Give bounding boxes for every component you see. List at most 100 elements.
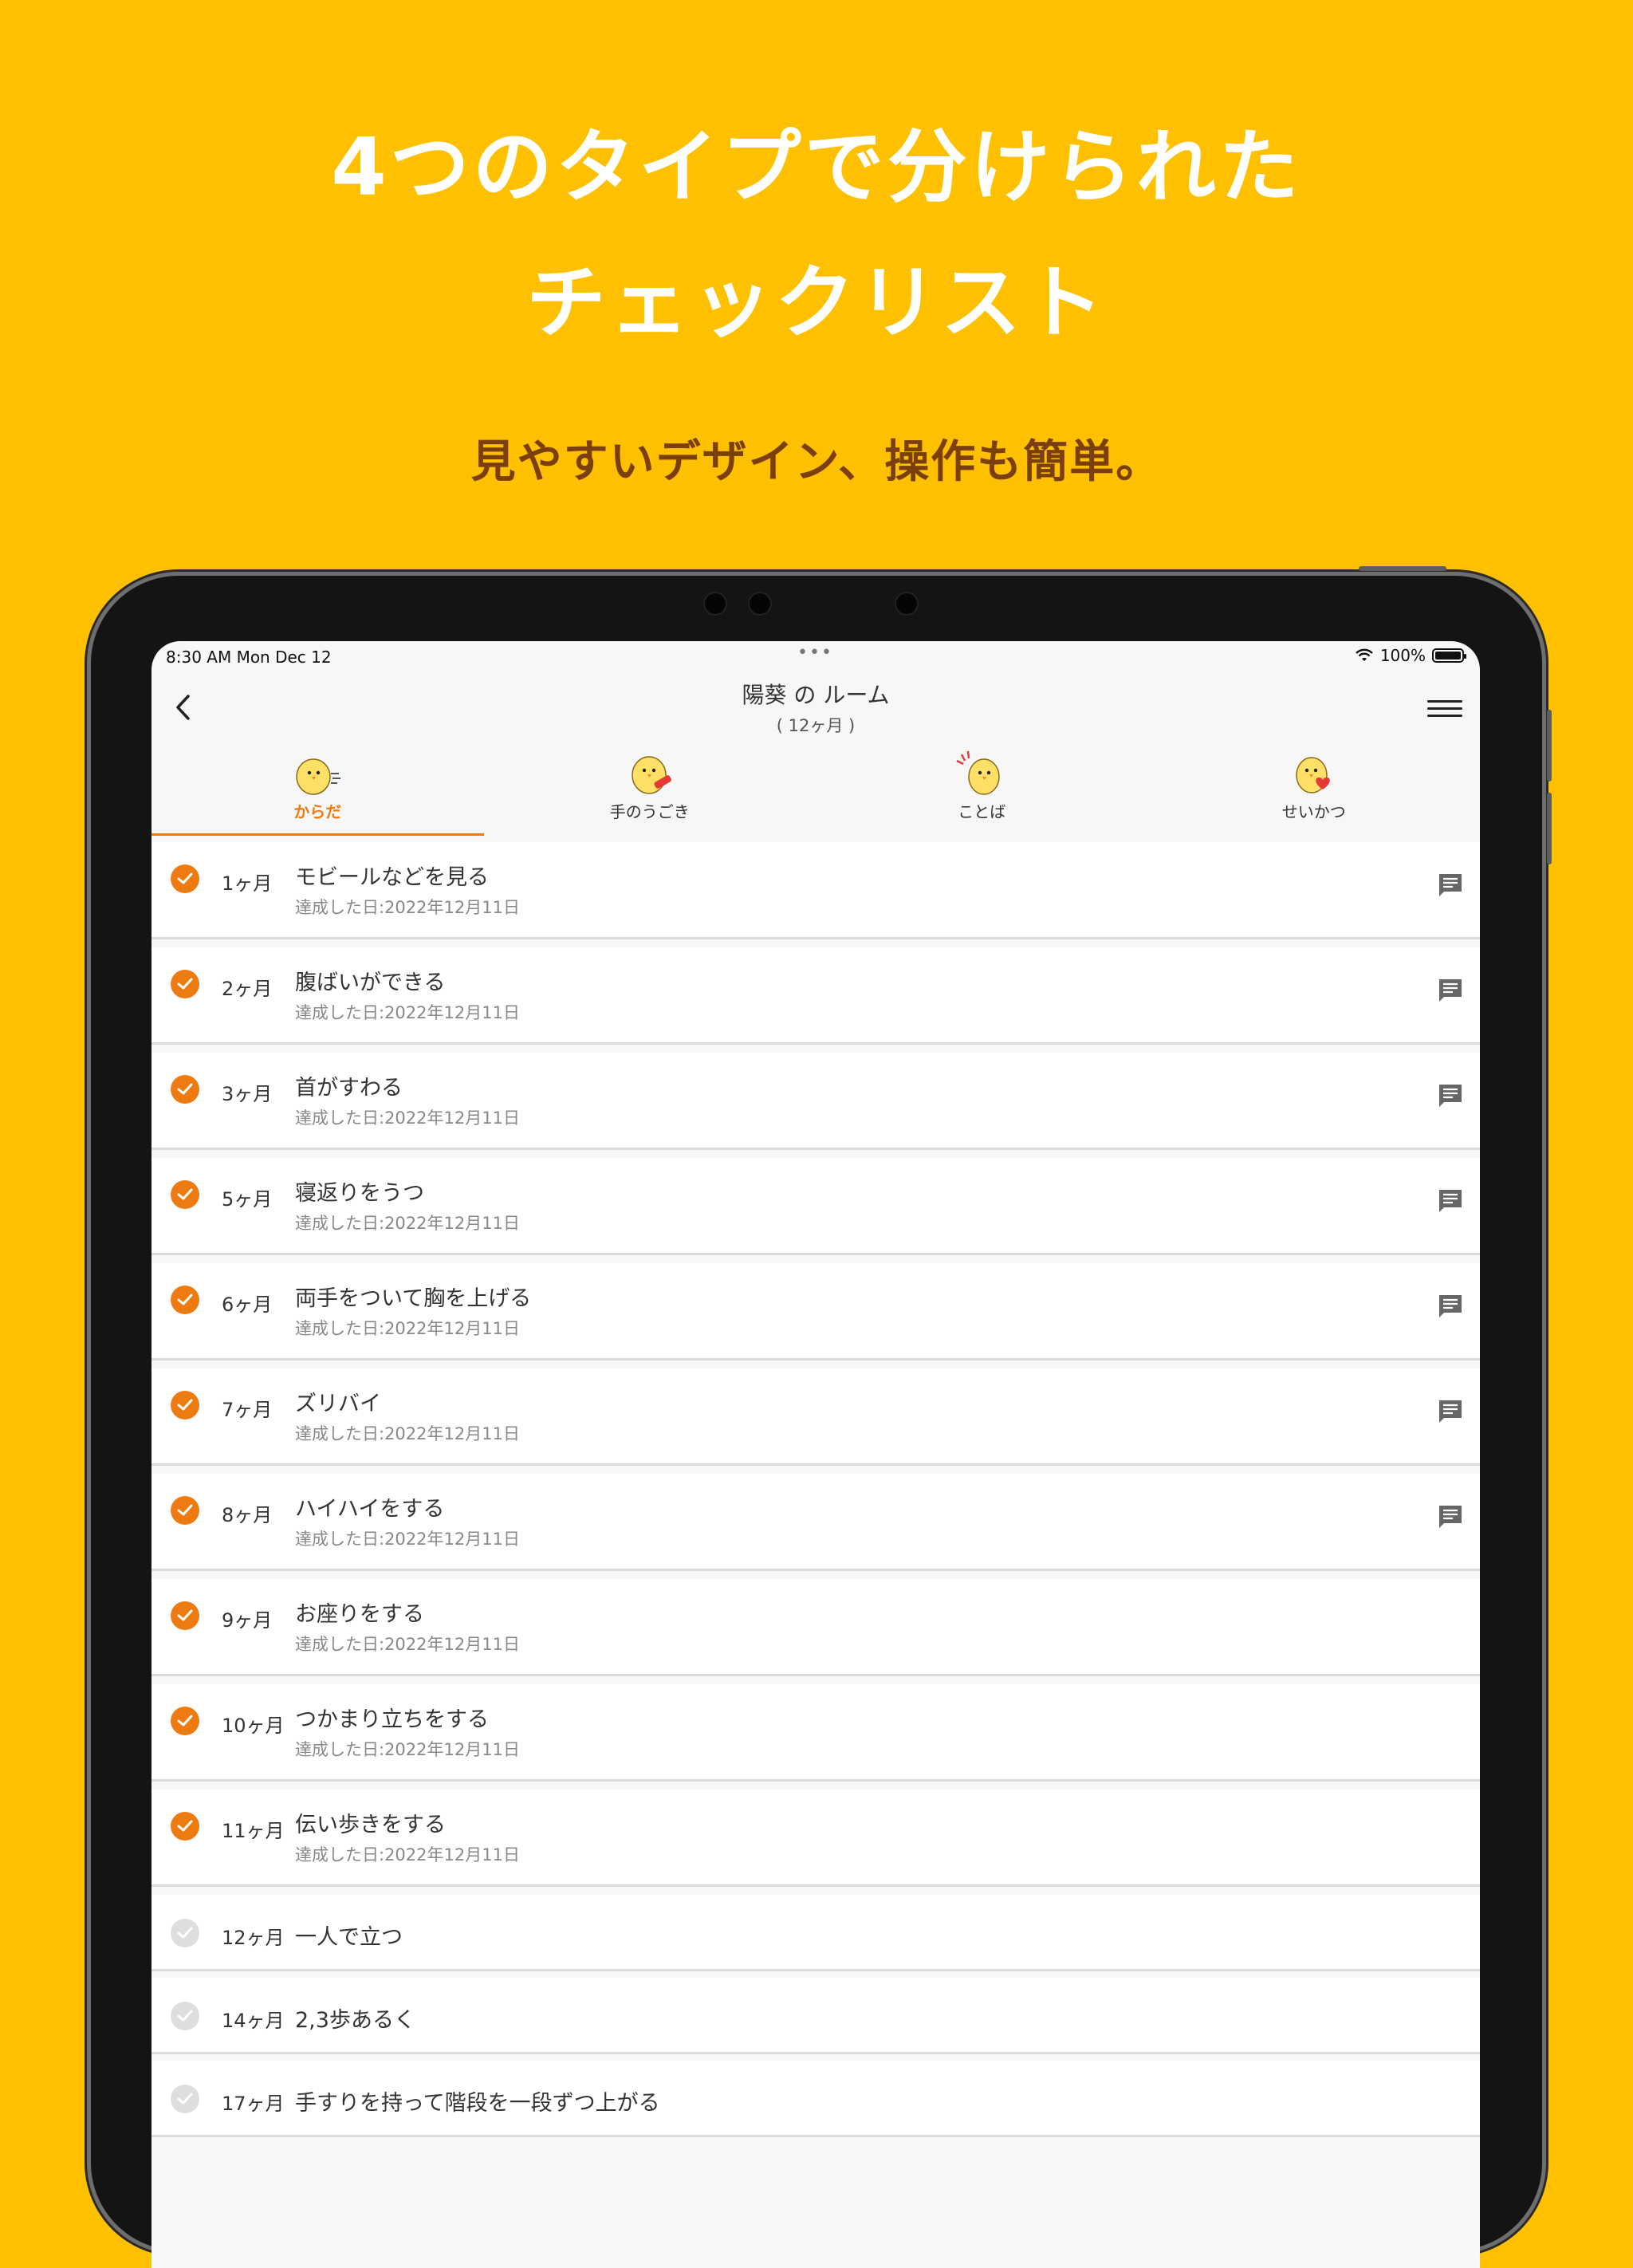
comment-icon[interactable] bbox=[1437, 1293, 1464, 1317]
checked-circle-icon[interactable] bbox=[171, 1707, 199, 1735]
milestone-achieved-date: 達成した日:2022年12月11日 bbox=[295, 1424, 520, 1443]
checked-circle-icon[interactable] bbox=[171, 1286, 199, 1314]
camera-icon bbox=[750, 593, 770, 614]
milestone-title: 2,3歩あるく bbox=[295, 2008, 415, 2033]
milestone-age: 11ヶ月 bbox=[222, 1820, 285, 1842]
comment-icon[interactable] bbox=[1437, 872, 1464, 896]
milestone-age: 10ヶ月 bbox=[222, 1715, 285, 1737]
tab-seikatsu[interactable]: せいかつ bbox=[1148, 742, 1481, 837]
unchecked-circle-icon[interactable] bbox=[171, 2002, 199, 2030]
unchecked-circle-icon[interactable] bbox=[171, 1919, 199, 1947]
milestone-age: 14ヶ月 bbox=[222, 2010, 285, 2032]
checked-circle-icon[interactable] bbox=[171, 1391, 199, 1419]
checked-circle-icon[interactable] bbox=[171, 1601, 199, 1630]
unchecked-circle-icon[interactable] bbox=[171, 2085, 199, 2113]
comment-icon[interactable] bbox=[1437, 1399, 1464, 1423]
volume-button bbox=[1547, 793, 1552, 864]
chick-speaking-icon bbox=[956, 750, 1000, 795]
checked-circle-icon[interactable] bbox=[171, 1075, 199, 1104]
menu-button[interactable] bbox=[1427, 691, 1462, 726]
milestone-achieved-date: 達成した日:2022年12月11日 bbox=[295, 1530, 520, 1549]
milestone-title: ハイハイをする bbox=[295, 1497, 445, 1522]
status-indicators: 100% bbox=[1355, 646, 1466, 665]
milestone-achieved-date: 達成した日:2022年12月11日 bbox=[295, 1319, 520, 1338]
comment-icon[interactable] bbox=[1437, 1083, 1464, 1107]
milestone-row[interactable]: 5ヶ月 寝返りをうつ 達成した日:2022年12月11日 bbox=[151, 1158, 1480, 1255]
battery-percent: 100% bbox=[1379, 646, 1426, 665]
milestone-list: 1ヶ月 モビールなどを見る 達成した日:2022年12月11日 2ヶ月 腹ばいができる達… bbox=[151, 842, 1480, 2144]
promo-headline-line2: チェックリスト bbox=[526, 256, 1107, 349]
milestone-title: 両手をついて胸を上げる bbox=[295, 1286, 532, 1311]
promo-subline: 見やすいデザイン、操作も簡単。 bbox=[470, 436, 1163, 488]
milestone-title: 腹ばいができる bbox=[295, 971, 446, 995]
milestone-title: 首がすわる bbox=[295, 1076, 403, 1101]
milestone-age: 2ヶ月 bbox=[222, 978, 273, 1000]
checked-circle-icon[interactable] bbox=[171, 1496, 199, 1525]
milestone-achieved-date: 達成した日:2022年12月11日 bbox=[295, 1108, 520, 1128]
checked-circle-icon[interactable] bbox=[171, 1180, 199, 1209]
milestone-age: 9ヶ月 bbox=[222, 1609, 273, 1632]
checked-circle-icon[interactable] bbox=[171, 1812, 199, 1841]
tab-label: ことば bbox=[958, 802, 1006, 821]
chick-with-heart-icon bbox=[1296, 757, 1330, 793]
milestone-achieved-date: 達成した日:2022年12月11日 bbox=[295, 1845, 520, 1864]
milestone-age: 3ヶ月 bbox=[222, 1083, 273, 1105]
chick-running-icon bbox=[296, 758, 341, 795]
promo-headline-line1: 4つのタイプで分けられた bbox=[331, 120, 1302, 214]
milestone-row[interactable]: 1ヶ月 モビールなどを見る達成した日:2022年12月11日 bbox=[151, 842, 1480, 939]
camera-icon bbox=[705, 593, 726, 614]
battery-icon bbox=[1432, 648, 1466, 663]
milestone-achieved-date: 達成した日:2022年12月11日 bbox=[295, 1635, 520, 1654]
comment-icon[interactable] bbox=[1437, 1504, 1464, 1528]
tab-karada[interactable]: からだ bbox=[151, 742, 484, 837]
milestone-age: 6ヶ月 bbox=[222, 1293, 273, 1316]
milestone-row[interactable]: 14ヶ月 2,3歩あるく bbox=[151, 1978, 1480, 2054]
milestone-row[interactable]: 2ヶ月 腹ばいができる達成した日:2022年12月11日 bbox=[151, 947, 1480, 1045]
chick-holding-crayon-icon bbox=[632, 756, 671, 794]
milestone-row[interactable]: 3ヶ月 首がすわる達成した日:2022年12月11日 bbox=[151, 1053, 1480, 1150]
milestone-achieved-date: 達成した日:2022年12月11日 bbox=[295, 1740, 520, 1759]
milestone-title: モビールなどを見る bbox=[295, 865, 489, 890]
power-button bbox=[1359, 566, 1446, 571]
checked-circle-icon[interactable] bbox=[171, 970, 199, 998]
tablet-device-frame: 8:30 AM Mon Dec 12 ••• 100% 陽葵 の ルーム ( 1… bbox=[91, 566, 1552, 2268]
camera-icon bbox=[896, 593, 917, 614]
milestone-row[interactable]: 12ヶ月 一人で立つ bbox=[151, 1895, 1480, 1971]
milestone-achieved-date: 達成した日:2022年12月11日 bbox=[295, 1003, 520, 1022]
milestone-row[interactable]: 17ヶ月 手すりを持って階段を一段ずつ上がる bbox=[151, 2061, 1480, 2137]
tab-te-no-ugoki[interactable]: 手のうごき bbox=[484, 742, 816, 837]
milestone-row[interactable]: 9ヶ月 お座りをする 達成した日:2022年12月11日 bbox=[151, 1579, 1480, 1676]
tab-kotoba[interactable]: ことば bbox=[816, 742, 1148, 837]
milestone-age: 8ヶ月 bbox=[222, 1504, 273, 1526]
comment-icon[interactable] bbox=[1437, 1188, 1464, 1212]
milestone-title: つかまり立ちをする bbox=[295, 1707, 489, 1732]
hamburger-menu-icon bbox=[1427, 699, 1462, 703]
room-age-subtitle: ( 12ヶ月 ) bbox=[776, 716, 856, 735]
milestone-age: 5ヶ月 bbox=[222, 1188, 273, 1211]
milestone-age: 1ヶ月 bbox=[222, 872, 273, 895]
milestone-title: 手すりを持って階段を一段ずつ上がる bbox=[295, 2091, 660, 2116]
multitasking-dots[interactable]: ••• bbox=[797, 643, 833, 663]
checked-circle-icon[interactable] bbox=[171, 864, 199, 893]
room-title: 陽葵 の ルーム bbox=[742, 682, 890, 708]
milestone-row[interactable]: 6ヶ月 両手をついて胸を上げる達成した日:2022年12月11日 bbox=[151, 1263, 1480, 1360]
app-screen: 8:30 AM Mon Dec 12 ••• 100% 陽葵 の ルーム ( 1… bbox=[151, 641, 1480, 2268]
tab-label: せいかつ bbox=[1281, 802, 1346, 821]
hamburger-menu-icon bbox=[1427, 707, 1462, 710]
tab-label: からだ bbox=[293, 802, 342, 821]
milestone-row[interactable]: 11ヶ月 伝い歩きをする 達成した日:2022年12月11日 bbox=[151, 1790, 1480, 1887]
milestone-title: ズリバイ bbox=[295, 1392, 381, 1416]
milestone-age: 12ヶ月 bbox=[222, 1927, 285, 1949]
wifi-icon bbox=[1355, 648, 1373, 661]
category-tabs: からだ 手のうごき ことば せいかつ bbox=[151, 742, 1480, 837]
milestone-age: 17ヶ月 bbox=[222, 2093, 285, 2115]
comment-icon[interactable] bbox=[1437, 978, 1464, 1002]
milestone-age: 7ヶ月 bbox=[222, 1399, 273, 1421]
volume-button bbox=[1547, 710, 1552, 782]
milestone-row[interactable]: 8ヶ月 ハイハイをする達成した日:2022年12月11日 bbox=[151, 1474, 1480, 1571]
milestone-row[interactable]: 10ヶ月 つかまり立ちをする達成した日:2022年12月11日 bbox=[151, 1684, 1480, 1782]
navigation-bar: 陽葵 の ルーム ( 12ヶ月 ) bbox=[151, 670, 1480, 742]
milestone-achieved-date: 達成した日:2022年12月11日 bbox=[295, 898, 520, 917]
milestone-row[interactable]: 7ヶ月 ズリバイ達成した日:2022年12月11日 bbox=[151, 1368, 1480, 1466]
status-bar: 8:30 AM Mon Dec 12 ••• 100% bbox=[151, 641, 1480, 670]
